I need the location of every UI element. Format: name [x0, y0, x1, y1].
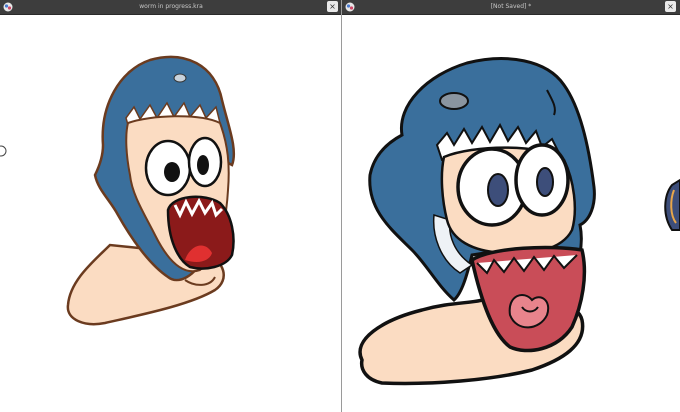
app-icon: [345, 2, 355, 12]
window-left: worm in progress.kra ×: [0, 0, 342, 412]
app-icon: [3, 2, 13, 12]
window-title: worm in progress.kra: [139, 3, 203, 10]
cursor-circle-icon: [0, 145, 7, 157]
window-right: [Not Saved] * ×: [342, 0, 680, 412]
close-button[interactable]: ×: [327, 1, 338, 12]
canvas-left[interactable]: [0, 15, 342, 412]
close-button[interactable]: ×: [665, 1, 676, 12]
drawing-large-worm: [358, 57, 680, 386]
canvas-right[interactable]: [342, 15, 680, 412]
close-icon: ×: [329, 2, 336, 11]
close-icon: ×: [667, 2, 674, 11]
drawing-small-worm: [0, 55, 236, 326]
titlebar-right[interactable]: [Not Saved] * ×: [342, 0, 680, 15]
window-title: [Not Saved] *: [490, 3, 532, 10]
titlebar-left[interactable]: worm in progress.kra ×: [0, 0, 342, 15]
